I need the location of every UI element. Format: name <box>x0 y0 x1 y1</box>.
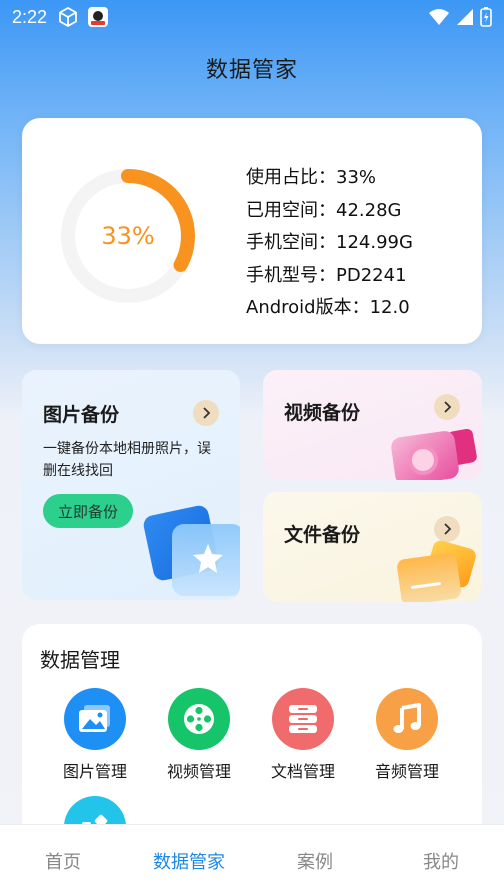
chevron-right-icon[interactable] <box>193 400 219 426</box>
tab-cases[interactable]: 案例 <box>252 825 378 896</box>
photo-backup-card[interactable]: 图片备份 一键备份本地相册照片，误删在线找回 立即备份 <box>22 370 240 600</box>
audio-management-label: 音频管理 <box>374 762 439 781</box>
camera-icon <box>391 428 477 480</box>
image-icon <box>64 688 126 750</box>
document-management-label: 文档管理 <box>270 762 335 781</box>
video-management-label: 视频管理 <box>166 762 231 781</box>
wifi-icon <box>429 9 449 25</box>
status-bar: 2:22 <box>0 0 504 34</box>
chevron-right-icon[interactable] <box>434 394 460 420</box>
signal-icon <box>457 9 473 25</box>
music-note-icon <box>376 688 438 750</box>
storage-info: 使用占比：33% 已用空间：42.28G 手机空间：124.99G 手机型号：P… <box>246 162 413 325</box>
video-backup-card[interactable]: 视频备份 <box>263 370 482 480</box>
film-reel-icon <box>168 688 230 750</box>
used-space: 已用空间：42.28G <box>246 199 402 221</box>
bottom-tab-bar: 首页 数据管家 案例 我的 <box>0 824 504 896</box>
file-backup-title: 文件备份 <box>284 524 361 546</box>
phone-model: 手机型号：PD2241 <box>246 264 407 286</box>
folder-icon <box>397 540 476 602</box>
tab-mine[interactable]: 我的 <box>378 825 504 896</box>
status-time: 2:22 <box>12 6 48 27</box>
battery-icon <box>480 7 492 27</box>
page-title: 数据管家 <box>205 58 298 83</box>
video-management-item[interactable]: 视频管理 <box>153 688 245 782</box>
image-management-label: 图片管理 <box>62 762 127 781</box>
tab-home[interactable]: 首页 <box>0 825 126 896</box>
cabinet-icon <box>272 688 334 750</box>
file-backup-card[interactable]: 文件备份 <box>263 492 482 602</box>
chevron-right-icon[interactable] <box>434 516 460 542</box>
app-notification-icon <box>88 7 109 27</box>
usage-percent: 33% <box>101 222 155 250</box>
cube-icon <box>59 7 77 27</box>
video-backup-title: 视频备份 <box>284 402 361 424</box>
photo-star-icon <box>143 505 240 596</box>
photo-backup-title: 图片备份 <box>43 404 120 426</box>
backup-now-button[interactable]: 立即备份 <box>43 494 133 528</box>
document-management-item[interactable]: 文档管理 <box>257 688 349 782</box>
storage-card: 33% 使用占比：33% 已用空间：42.28G 手机空间：124.99G 手机… <box>22 118 482 344</box>
photo-backup-desc: 一键备份本地相册照片，误删在线找回 <box>43 441 211 479</box>
usage-ratio: 使用占比：33% <box>246 167 377 188</box>
tab-data-manager[interactable]: 数据管家 <box>126 825 252 896</box>
android-version: Android版本：12.0 <box>246 297 410 318</box>
phone-space: 手机空间：124.99G <box>246 232 413 253</box>
data-management-title: 数据管理 <box>40 648 120 672</box>
audio-management-item[interactable]: 音频管理 <box>361 688 453 782</box>
image-management-item[interactable]: 图片管理 <box>49 688 141 782</box>
